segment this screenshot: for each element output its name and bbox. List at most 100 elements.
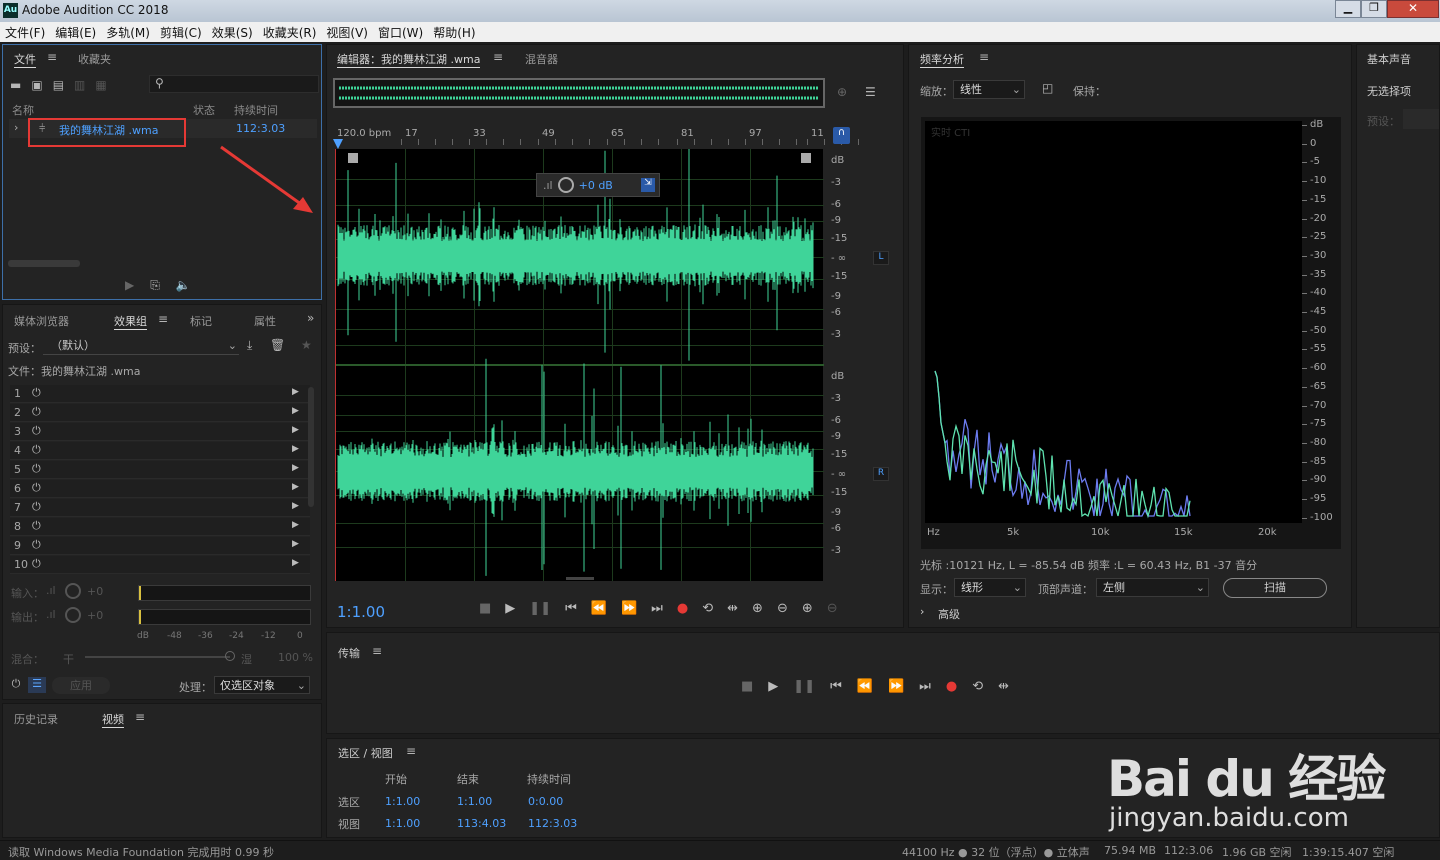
record-icon[interactable]: ● [677, 601, 688, 616]
effects-scrollbar[interactable] [308, 387, 314, 507]
stop-icon[interactable]: ■ [479, 601, 491, 616]
files-search-input[interactable]: ⚲ [149, 75, 319, 93]
menu-effects[interactable]: 效果(S) [207, 22, 258, 43]
fade-out-handle[interactable] [801, 153, 811, 163]
zoom-out-time-icon[interactable]: ⊖ [827, 601, 838, 616]
slot-arrow-icon[interactable]: ▶ [292, 501, 299, 511]
col-status[interactable]: 状态 [193, 102, 215, 118]
trash-icon[interactable]: 🗑 [270, 338, 285, 352]
scan-button[interactable]: 扫描 [1223, 578, 1327, 598]
input-knob[interactable] [65, 583, 81, 599]
selection-title[interactable]: 选区 / 视图 [338, 745, 393, 761]
minimize-button[interactable]: ▁ [1335, 0, 1361, 18]
view-end[interactable]: 113:4.03 [457, 817, 506, 830]
power-icon[interactable]: ⏻ [32, 538, 41, 552]
tab-properties[interactable]: 属性 [254, 313, 276, 329]
effect-slot[interactable]: 1 ⏻ ▶ [10, 385, 310, 403]
zoom-in-amplitude-icon[interactable]: ⊕ [752, 601, 763, 616]
slot-arrow-icon[interactable]: ▶ [292, 425, 299, 435]
zoom-in-time-icon[interactable]: ⊕ [802, 601, 813, 616]
panel-menu-icon[interactable]: ≡ [493, 50, 503, 64]
view-duration[interactable]: 112:3.03 [528, 817, 577, 830]
rewind-icon[interactable]: ⏪ [591, 601, 607, 616]
pause-icon[interactable]: ❚❚ [529, 601, 551, 616]
tab-history[interactable]: 历史记录 [14, 711, 58, 727]
selection-start[interactable]: 1:1.00 [385, 795, 420, 808]
slot-arrow-icon[interactable]: ▶ [292, 463, 299, 473]
tab-files[interactable]: 文件 [14, 51, 36, 68]
panel-menu-icon[interactable]: ≡ [979, 50, 989, 64]
panel-menu-icon[interactable]: ≡ [372, 644, 382, 658]
menu-edit[interactable]: 编辑(E) [50, 22, 101, 43]
fade-in-handle[interactable] [348, 153, 358, 163]
col-name[interactable]: 名称 [12, 102, 34, 118]
power-icon[interactable]: ⏻ [32, 386, 41, 400]
advanced-toggle[interactable]: 高级 [938, 606, 960, 622]
tab-media-browser[interactable]: 媒体浏览器 [14, 313, 69, 329]
autoplay-icon[interactable]: 🔈 [176, 278, 191, 293]
slot-arrow-icon[interactable]: ▶ [292, 406, 299, 416]
top-channel-dropdown[interactable]: 左侧 ⌄ [1096, 578, 1209, 597]
zoom-out-amplitude-icon[interactable]: ⊖ [777, 601, 788, 616]
effect-slot[interactable]: 4 ⏻ ▶ [10, 442, 310, 460]
pause-icon[interactable]: ❚❚ [793, 679, 815, 694]
play-icon[interactable]: ▶ [768, 679, 778, 694]
waveform-display[interactable]: .ıl +0 dB ⇲ [335, 149, 824, 581]
slot-arrow-icon[interactable]: ▶ [292, 539, 299, 549]
selection-end[interactable]: 1:1.00 [457, 795, 492, 808]
menu-window[interactable]: 窗口(W) [373, 22, 428, 43]
rewind-icon[interactable]: ⏪ [857, 679, 873, 694]
slot-arrow-icon[interactable]: ▶ [292, 387, 299, 397]
menu-view[interactable]: 视图(V) [321, 22, 373, 43]
delete-icon[interactable]: ▦ [95, 78, 106, 92]
close-button[interactable]: ✕ [1387, 0, 1439, 18]
stop-icon[interactable]: ■ [741, 679, 753, 694]
new-file-icon[interactable]: ▤ [53, 78, 64, 92]
slot-arrow-icon[interactable]: ▶ [292, 482, 299, 492]
mix-slider[interactable] [85, 656, 230, 658]
transport-title[interactable]: 传输 [338, 645, 360, 661]
menu-favorites[interactable]: 收藏夹(R) [258, 22, 322, 43]
open-folder-icon[interactable]: ▬ [10, 78, 21, 92]
play-icon[interactable]: ▶ [505, 601, 515, 616]
power-icon[interactable]: ⏻ [32, 481, 41, 495]
channel-R-button[interactable]: R [873, 467, 889, 481]
skip-selection-icon[interactable]: ⇹ [727, 601, 738, 616]
effect-slot[interactable]: 5 ⏻ ▶ [10, 461, 310, 479]
menu-file[interactable]: 文件(F) [0, 22, 50, 43]
list-icon[interactable]: ☰ [28, 677, 46, 693]
tab-video[interactable]: 视频 [102, 711, 124, 728]
playhead-marker[interactable] [333, 139, 343, 149]
skip-selection-icon[interactable]: ⇹ [998, 679, 1009, 694]
skip-start-icon[interactable]: ⏮ [565, 601, 577, 616]
record-icon[interactable]: ● [946, 679, 957, 694]
skip-end-icon[interactable]: ⏭ [919, 679, 931, 694]
zoom-navigator-icon[interactable]: ⊕ [837, 85, 847, 99]
effect-slot[interactable]: 7 ⏻ ▶ [10, 499, 310, 517]
power-icon[interactable]: ⏻ [32, 443, 41, 457]
slot-arrow-icon[interactable]: ▶ [292, 558, 299, 568]
star-icon[interactable]: ★ [301, 338, 312, 352]
snap-magnet-icon[interactable]: ∩ [833, 127, 850, 144]
expand-chevron-icon[interactable]: › [14, 121, 18, 134]
pin-icon[interactable]: ⇲ [641, 178, 655, 192]
power-icon[interactable]: ⏻ [32, 405, 41, 419]
apply-button[interactable]: 应用 [52, 677, 110, 694]
tab-favorites[interactable]: 收藏夹 [78, 51, 111, 67]
tab-effects-rack[interactable]: 效果组 [114, 313, 147, 330]
time-ruler[interactable]: 17 33 49 65 81 97 11 [333, 125, 859, 149]
output-knob[interactable] [65, 607, 81, 623]
display-dropdown[interactable]: 线形 ⌄ [954, 578, 1026, 597]
toggle-view-icon[interactable]: ☰ [865, 85, 876, 99]
power-icon[interactable]: ⏻ [32, 519, 41, 533]
files-scrollbar[interactable] [8, 260, 80, 267]
waveform-scroll-handle[interactable] [566, 577, 594, 580]
fast-forward-icon[interactable]: ⏩ [888, 679, 904, 694]
import-icon[interactable]: ▣ [31, 78, 42, 92]
slot-arrow-icon[interactable]: ▶ [292, 520, 299, 530]
slot-arrow-icon[interactable]: ▶ [292, 444, 299, 454]
tab-markers[interactable]: 标记 [190, 313, 212, 329]
panel-menu-icon[interactable]: ≡ [158, 312, 168, 326]
panel-menu-icon[interactable]: ≡ [135, 710, 145, 724]
gain-knob[interactable] [557, 177, 574, 193]
